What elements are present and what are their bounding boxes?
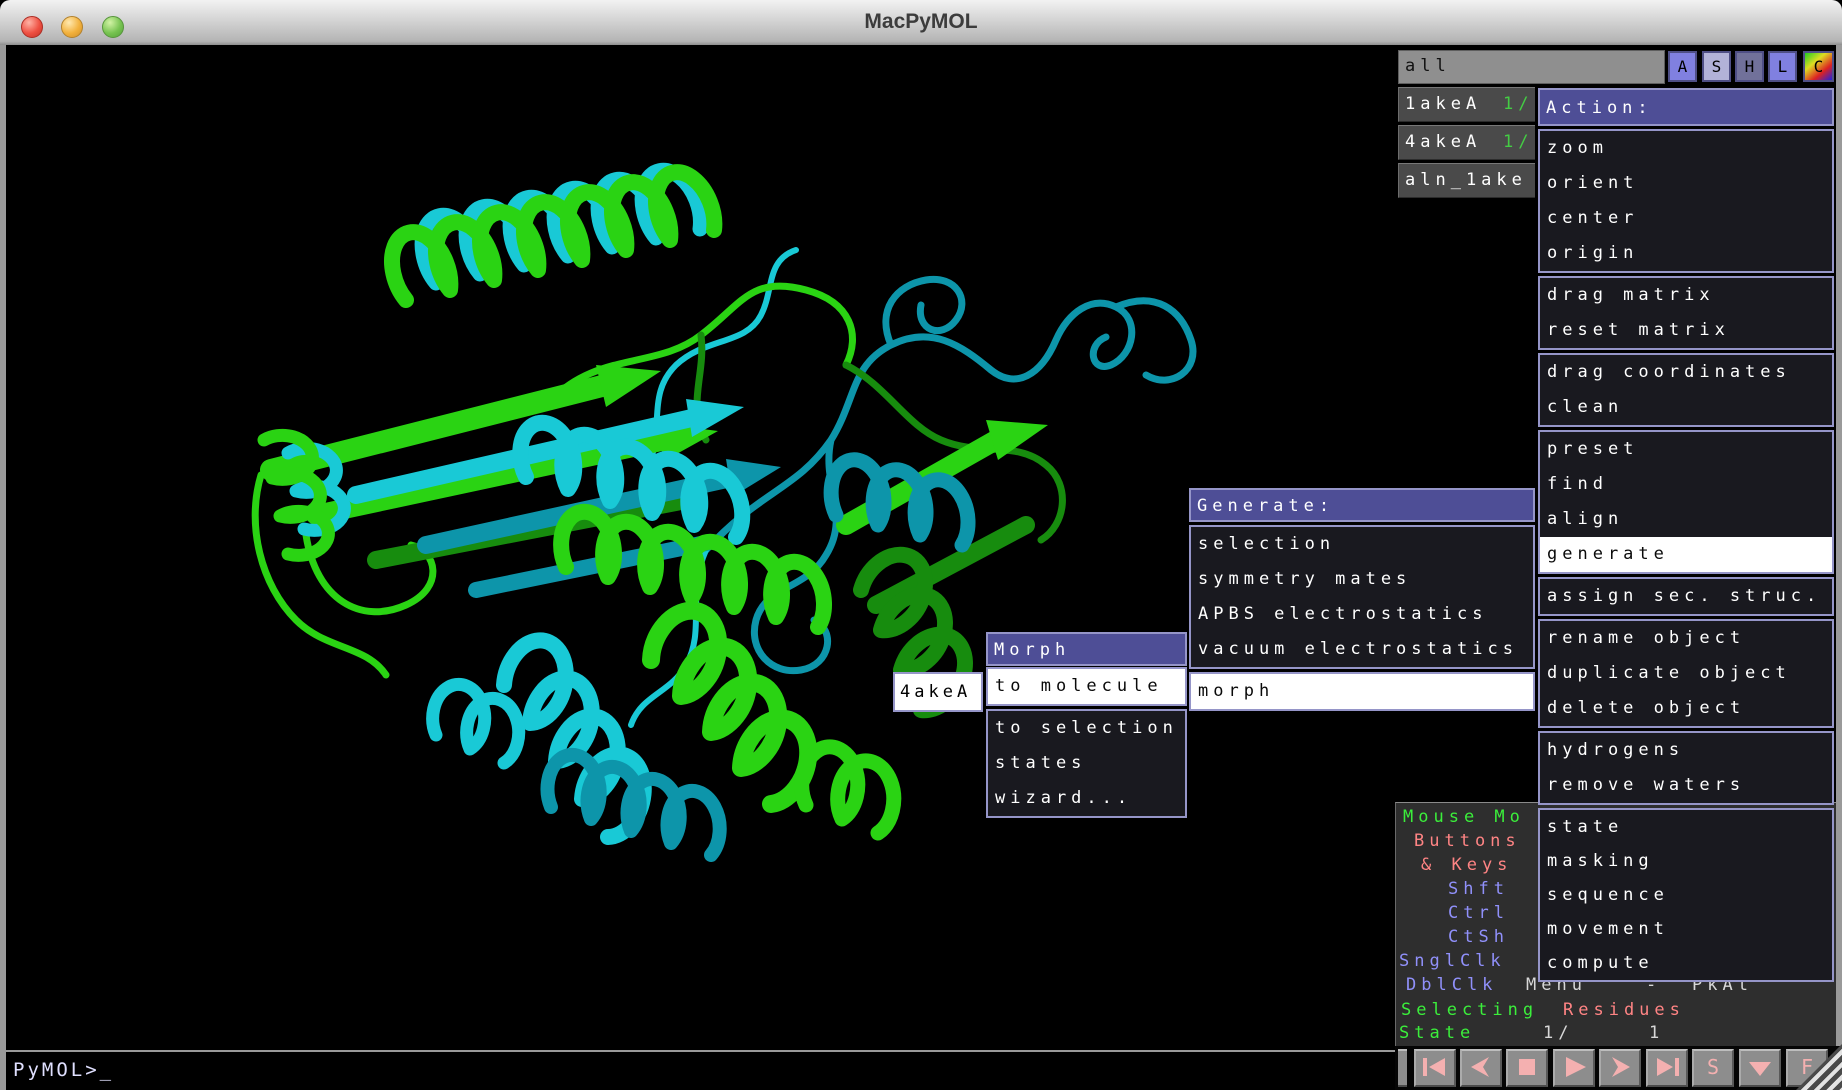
object-row-1akeA[interactable]: 1akeA 1/ bbox=[1398, 87, 1535, 122]
morph-item-states[interactable]: states bbox=[988, 746, 1185, 781]
action-item-sequence[interactable]: sequence bbox=[1540, 878, 1832, 912]
play-icon bbox=[1555, 1051, 1593, 1085]
command-input[interactable]: PyMOL>_ bbox=[6, 1050, 1395, 1090]
skip-to-start-icon bbox=[1416, 1051, 1454, 1085]
frame-menu-button[interactable] bbox=[1739, 1049, 1781, 1087]
object-name: 1akeA bbox=[1405, 94, 1481, 114]
scene-button[interactable]: S bbox=[1692, 1049, 1734, 1087]
morph-item-to-molecule[interactable]: to molecule bbox=[988, 669, 1185, 704]
generate-item-morph[interactable]: morph bbox=[1191, 674, 1533, 709]
ctsh-row-label: CtSh bbox=[1448, 927, 1509, 947]
generate-menu-header: Generate: bbox=[1189, 488, 1535, 522]
macpymol-window: MacPyMOL bbox=[0, 0, 1842, 1090]
shift-row-label: Shft bbox=[1448, 879, 1509, 899]
state-total: 1 bbox=[1649, 1023, 1664, 1043]
generate-item-vacuum-electrostatics[interactable]: vacuum electrostatics bbox=[1191, 632, 1533, 667]
skip-to-end-button[interactable] bbox=[1646, 1049, 1688, 1087]
snglclk-row-label: SnglClk bbox=[1399, 951, 1506, 971]
down-arrow-icon bbox=[1741, 1051, 1779, 1085]
generate-item-selection[interactable]: selection bbox=[1191, 527, 1533, 562]
object-row-all[interactable]: all bbox=[1398, 50, 1665, 84]
generate-item-symmetry-mates[interactable]: symmetry mates bbox=[1191, 562, 1533, 597]
molecular-viewport[interactable] bbox=[6, 45, 1395, 1050]
show-toggle-button[interactable]: S bbox=[1702, 51, 1731, 82]
morph-menu-header: Morph bbox=[986, 632, 1187, 666]
object-row-4akeA[interactable]: 4akeA 1/ bbox=[1398, 125, 1535, 160]
action-item-delete-object[interactable]: delete object bbox=[1540, 691, 1832, 726]
color-toggle-button[interactable]: C bbox=[1803, 51, 1834, 82]
action-item-compute[interactable]: compute bbox=[1540, 946, 1832, 980]
action-menu-header: Action: bbox=[1538, 88, 1834, 126]
title-bar[interactable]: MacPyMOL bbox=[0, 0, 1842, 46]
label-toggle-button[interactable]: L bbox=[1768, 51, 1797, 82]
step-forward-icon bbox=[1601, 1051, 1639, 1085]
object-state: 1/ bbox=[1503, 88, 1533, 121]
action-toggle-button[interactable]: A bbox=[1668, 51, 1697, 82]
action-item-align[interactable]: align bbox=[1540, 502, 1832, 537]
ctrl-row-label: Ctrl bbox=[1448, 903, 1509, 923]
step-forward-button[interactable] bbox=[1599, 1049, 1641, 1087]
action-item-generate[interactable]: generate bbox=[1540, 537, 1832, 572]
morph-item-wizard[interactable]: wizard... bbox=[988, 781, 1185, 816]
action-item-duplicate-object[interactable]: duplicate object bbox=[1540, 656, 1832, 691]
action-item-drag-matrix[interactable]: drag matrix bbox=[1540, 278, 1832, 313]
state-label: State bbox=[1399, 1023, 1475, 1043]
playback-bar: S F bbox=[1395, 1046, 1842, 1090]
action-item-state[interactable]: state bbox=[1540, 810, 1832, 844]
morph-target-flyout[interactable]: 4akeA bbox=[893, 672, 983, 712]
window-right-edge bbox=[1836, 45, 1842, 1090]
action-item-find[interactable]: find bbox=[1540, 467, 1832, 502]
selecting-label: Selecting bbox=[1401, 1000, 1538, 1020]
hide-toggle-button[interactable]: H bbox=[1735, 51, 1764, 82]
skip-to-start-button[interactable] bbox=[1414, 1049, 1456, 1087]
object-row-aln-1ake[interactable]: aln_1ake bbox=[1398, 163, 1535, 198]
action-item-center[interactable]: center bbox=[1540, 201, 1832, 236]
object-state: 1/ bbox=[1503, 126, 1533, 159]
step-back-button[interactable] bbox=[1460, 1049, 1502, 1087]
state-current: 1/ bbox=[1543, 1023, 1573, 1043]
skip-to-end-icon bbox=[1648, 1051, 1686, 1085]
buttons-label: Buttons bbox=[1414, 831, 1521, 851]
morph-item-to-selection[interactable]: to selection bbox=[988, 711, 1185, 746]
action-item-orient[interactable]: orient bbox=[1540, 166, 1832, 201]
morph-menu: Morph to molecule to selection states wi… bbox=[986, 632, 1187, 818]
action-item-clean[interactable]: clean bbox=[1540, 390, 1832, 425]
action-menu: Action: zoom orient center origin drag m… bbox=[1538, 88, 1834, 982]
action-item-rename-object[interactable]: rename object bbox=[1540, 621, 1832, 656]
generate-item-apbs-electrostatics[interactable]: APBS electrostatics bbox=[1191, 597, 1533, 632]
selecting-mode-value[interactable]: Residues bbox=[1563, 1000, 1685, 1020]
mouse-mode-label: Mouse Mo bbox=[1403, 807, 1525, 827]
action-item-masking[interactable]: masking bbox=[1540, 844, 1832, 878]
object-name: aln_1ake bbox=[1405, 170, 1527, 190]
page-title: MacPyMOL bbox=[0, 10, 1842, 34]
stop-icon bbox=[1508, 1051, 1546, 1085]
keys-label: & Keys bbox=[1421, 855, 1512, 875]
action-item-assign-sec-struc[interactable]: assign sec. struc. bbox=[1540, 579, 1832, 614]
action-item-reset-matrix[interactable]: reset matrix bbox=[1540, 313, 1832, 348]
object-name: 4akeA bbox=[1405, 132, 1481, 152]
action-item-movement[interactable]: movement bbox=[1540, 912, 1832, 946]
action-item-preset[interactable]: preset bbox=[1540, 432, 1832, 467]
action-item-zoom[interactable]: zoom bbox=[1540, 131, 1832, 166]
action-item-drag-coordinates[interactable]: drag coordinates bbox=[1540, 355, 1832, 390]
action-item-hydrogens[interactable]: hydrogens bbox=[1540, 733, 1832, 768]
generate-menu: Generate: selection symmetry mates APBS … bbox=[1189, 488, 1535, 711]
stop-button[interactable] bbox=[1506, 1049, 1548, 1087]
dblclk-row-label: DblClk bbox=[1406, 975, 1497, 995]
step-back-icon bbox=[1462, 1051, 1500, 1085]
play-button[interactable] bbox=[1553, 1049, 1595, 1087]
playback-spacer bbox=[1398, 1049, 1407, 1087]
protein-structure bbox=[6, 45, 1395, 1050]
action-item-remove-waters[interactable]: remove waters bbox=[1540, 768, 1832, 803]
action-item-origin[interactable]: origin bbox=[1540, 236, 1832, 271]
